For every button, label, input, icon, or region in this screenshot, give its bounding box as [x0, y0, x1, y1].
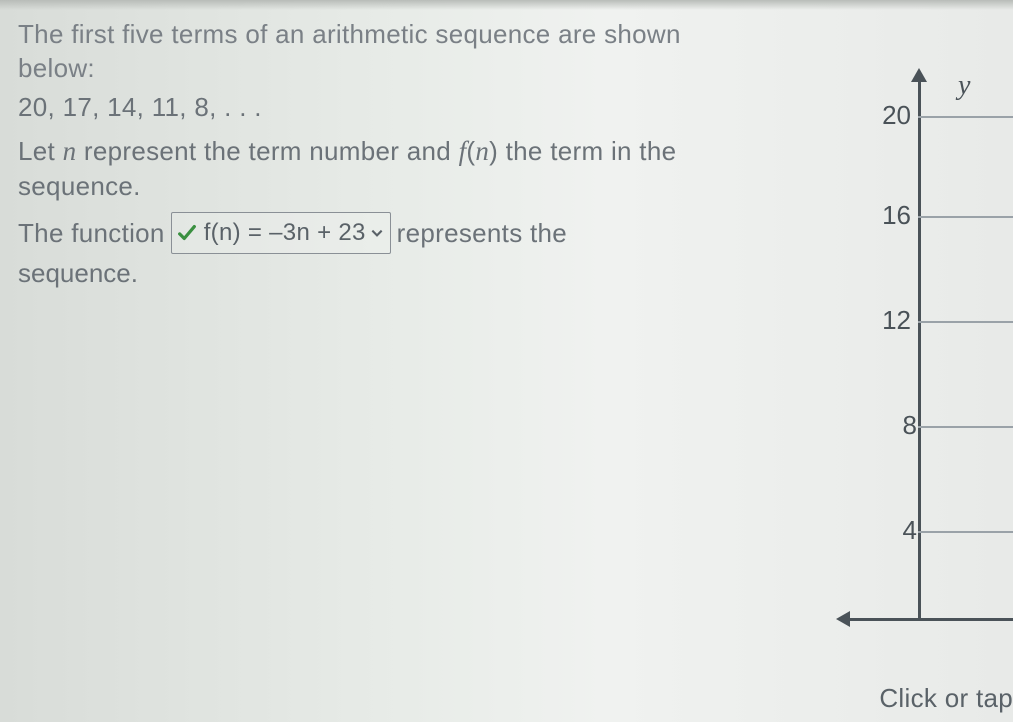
y-gridline-20 [918, 116, 1013, 118]
y-gridline-16 [918, 216, 1013, 218]
let-text-2: represent the term number and [76, 136, 458, 166]
coordinate-graph[interactable]: y 20 16 12 8 4 [833, 60, 1013, 660]
y-tick-8: 8 [867, 410, 917, 441]
y-tick-12: 12 [861, 305, 911, 336]
paren-close: ) [489, 136, 498, 166]
answer-dropdown[interactable]: f(n) = –3n + 23 [171, 212, 391, 254]
paren-open: ( [466, 136, 475, 166]
dropdown-selected-value: f(n) = –3n + 23 [204, 215, 366, 251]
hint-text: Click or tap [879, 683, 1013, 714]
y-gridline-8 [918, 426, 1013, 428]
chevron-down-icon [370, 226, 384, 240]
variable-n: n [63, 136, 77, 166]
y-tick-16: 16 [861, 200, 911, 231]
let-statement-line2: sequence. [18, 169, 820, 204]
let-text-1: Let [18, 136, 63, 166]
x-axis [848, 618, 1013, 621]
function-statement: The function f(n) = –3n + 23 represents … [18, 212, 820, 254]
y-tick-4: 4 [867, 515, 917, 546]
let-statement-line1: Let n represent the term number and f(n)… [18, 133, 820, 169]
function-arg-n: n [475, 136, 489, 166]
intro-text-line2: below: [18, 52, 820, 86]
y-gridline-12 [918, 321, 1013, 323]
func-suffix-text: represents the [397, 214, 567, 253]
sequence-word: sequence. [18, 258, 820, 289]
let-text-3: the term in the [498, 136, 676, 166]
checkmark-icon [176, 222, 198, 244]
problem-text: The first five terms of an arithmetic se… [0, 0, 820, 289]
intro-text-line1: The first five terms of an arithmetic se… [18, 18, 820, 52]
y-axis [918, 80, 921, 620]
y-axis-label: y [958, 70, 970, 102]
func-prefix-text: The function [18, 214, 165, 253]
sequence-values: 20, 17, 14, 11, 8, . . . [18, 92, 820, 123]
y-gridline-4 [918, 531, 1013, 533]
y-tick-20: 20 [861, 100, 911, 131]
